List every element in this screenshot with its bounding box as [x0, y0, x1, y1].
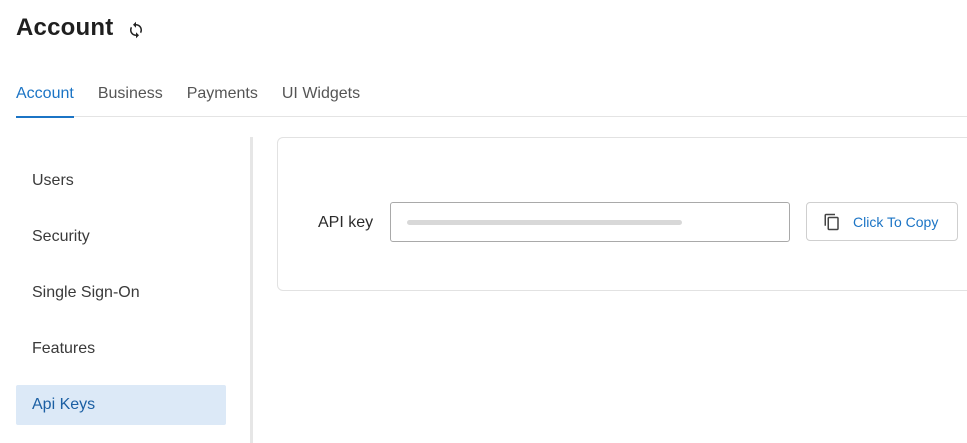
- tab-payments[interactable]: Payments: [187, 76, 258, 117]
- api-key-card: API key Click To Copy: [277, 137, 967, 291]
- sidebar-item-features[interactable]: Features: [16, 329, 226, 369]
- api-key-label: API key: [318, 214, 374, 231]
- tab-ui-widgets[interactable]: UI Widgets: [282, 76, 360, 117]
- copy-icon: [823, 213, 841, 231]
- sidebar-item-single-sign-on[interactable]: Single Sign-On: [16, 273, 226, 313]
- account-page: Account Account Business Payments UI Wid…: [0, 0, 967, 443]
- sidebar-item-users[interactable]: Users: [16, 161, 226, 201]
- tab-bar: Account Business Payments UI Widgets: [16, 76, 967, 118]
- masked-api-key: [407, 219, 682, 225]
- sidebar-item-api-keys[interactable]: Api Keys: [16, 385, 226, 425]
- copy-button-label: Click To Copy: [853, 213, 939, 230]
- page-header: Account: [16, 14, 147, 42]
- page-title: Account: [16, 14, 114, 41]
- copy-button[interactable]: Click To Copy: [806, 202, 958, 241]
- tab-business[interactable]: Business: [98, 76, 163, 117]
- api-key-field[interactable]: [390, 202, 790, 242]
- sidebar-item-security[interactable]: Security: [16, 217, 226, 257]
- refresh-icon[interactable]: [125, 19, 147, 41]
- sidebar: Users Security Single Sign-On Features A…: [16, 137, 253, 443]
- tab-account[interactable]: Account: [16, 76, 74, 118]
